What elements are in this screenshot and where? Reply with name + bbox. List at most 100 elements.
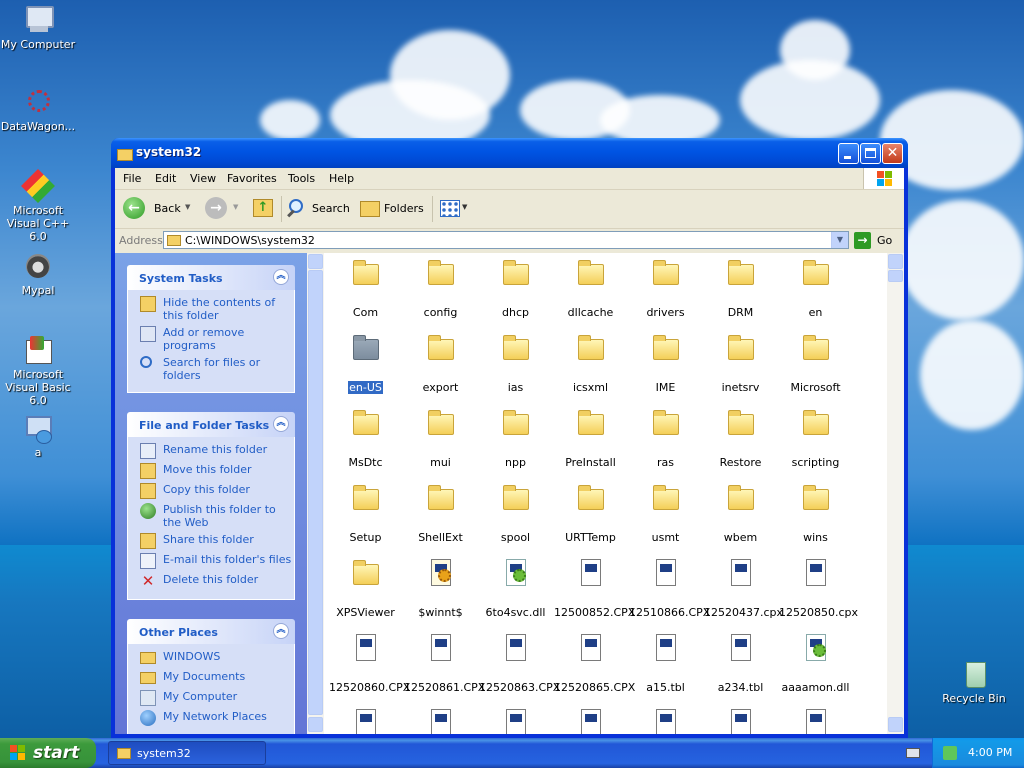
file-item[interactable]: 12520850.cpx <box>778 557 858 619</box>
task-pane-scrollbar[interactable] <box>307 253 324 734</box>
folder-item[interactable]: XPSViewer <box>328 557 403 619</box>
panel-header[interactable]: File and Folder Tasks ︽ <box>127 412 295 437</box>
collapse-icon[interactable]: ︽ <box>273 416 289 432</box>
place-windows[interactable]: WINDOWS <box>128 650 294 666</box>
file-item[interactable] <box>403 707 478 734</box>
scroll-thumb[interactable] <box>308 270 323 715</box>
menu-edit[interactable]: Edit <box>155 172 176 185</box>
scroll-down-button[interactable] <box>888 717 903 732</box>
start-button[interactable]: start <box>0 738 96 768</box>
scroll-up-button[interactable] <box>888 254 903 269</box>
folder-item[interactable]: ShellExt <box>403 482 478 544</box>
folder-item[interactable]: Restore <box>703 407 778 469</box>
panel-header[interactable]: System Tasks ︽ <box>127 265 295 290</box>
task-hide-contents[interactable]: Hide the contents of this folder <box>128 296 294 322</box>
folders-button[interactable]: Folders <box>357 194 427 224</box>
desktop-icon-datawagon[interactable]: DataWagon... <box>0 86 78 133</box>
folder-item[interactable]: drivers <box>628 257 703 319</box>
file-item[interactable]: 12500852.CPX <box>553 557 635 619</box>
folder-item[interactable]: icsxml <box>553 332 628 394</box>
desktop-icon-visual-cpp[interactable]: Microsoft Visual C++ 6.0 <box>0 169 78 243</box>
address-dropdown-button[interactable]: ▼ <box>831 232 848 248</box>
folder-item[interactable]: wins <box>778 482 853 544</box>
task-rename-folder[interactable]: Rename this folder <box>128 443 294 459</box>
file-item[interactable]: 12520860.CPX <box>328 632 410 694</box>
task-delete-folder[interactable]: ✕ Delete this folder <box>128 573 294 589</box>
folder-item[interactable]: scripting <box>778 407 853 469</box>
folder-item[interactable]: PreInstall <box>553 407 628 469</box>
folder-item[interactable]: npp <box>478 407 553 469</box>
file-item[interactable]: $winnt$ <box>403 557 478 619</box>
minimize-button[interactable] <box>838 143 859 164</box>
place-my-network[interactable]: My Network Places <box>128 710 294 726</box>
forward-button[interactable]: → ▼ <box>203 194 245 224</box>
file-item[interactable]: 12520437.cpx <box>703 557 783 619</box>
file-item[interactable]: 12520865.CPX <box>553 632 635 694</box>
folder-item[interactable]: en <box>778 257 853 319</box>
task-publish-web[interactable]: Publish this folder to the Web <box>128 503 294 529</box>
place-my-documents[interactable]: My Documents <box>128 670 294 686</box>
file-item[interactable]: 12520863.CPX <box>478 632 560 694</box>
menu-help[interactable]: Help <box>329 172 354 185</box>
file-item[interactable] <box>553 707 628 734</box>
scroll-thumb[interactable] <box>888 270 903 282</box>
folder-item[interactable]: Microsoft <box>778 332 853 394</box>
desktop-icon-visual-basic[interactable]: Microsoft Visual Basic 6.0 <box>0 334 78 407</box>
file-item[interactable]: 12510866.CPX <box>628 557 710 619</box>
views-button[interactable]: ▼ <box>437 194 471 224</box>
folder-item[interactable]: Setup <box>328 482 403 544</box>
task-copy-folder[interactable]: Copy this folder <box>128 483 294 499</box>
task-email-files[interactable]: E-mail this folder's files <box>128 553 294 569</box>
folder-item[interactable]: dllcache <box>553 257 628 319</box>
collapse-icon[interactable]: ︽ <box>273 623 289 639</box>
desktop-icon-mypal[interactable]: Mypal <box>0 250 78 297</box>
file-item[interactable]: a234.tbl <box>703 632 778 694</box>
place-my-computer[interactable]: My Computer <box>128 690 294 706</box>
go-button[interactable]: → Go <box>854 231 900 250</box>
folder-item[interactable]: usmt <box>628 482 703 544</box>
file-list-scrollbar[interactable] <box>887 253 904 734</box>
folder-item[interactable]: wbem <box>703 482 778 544</box>
folder-item[interactable]: spool <box>478 482 553 544</box>
task-add-remove-programs[interactable]: Add or remove programs <box>128 326 294 352</box>
desktop-icon-recycle-bin[interactable]: Recycle Bin <box>934 658 1014 705</box>
folder-item[interactable]: en-US <box>328 332 403 394</box>
file-item[interactable]: a15.tbl <box>628 632 703 694</box>
scroll-down-button[interactable] <box>308 717 323 732</box>
menu-view[interactable]: View <box>190 172 216 185</box>
collapse-icon[interactable]: ︽ <box>273 269 289 285</box>
maximize-button[interactable] <box>860 143 881 164</box>
file-item[interactable] <box>703 707 778 734</box>
folder-item[interactable]: DRM <box>703 257 778 319</box>
menu-tools[interactable]: Tools <box>288 172 315 185</box>
folder-item[interactable]: inetsrv <box>703 332 778 394</box>
folder-item[interactable]: config <box>403 257 478 319</box>
task-search-files[interactable]: Search for files or folders <box>128 356 294 382</box>
back-button[interactable]: ← Back ▼ <box>121 194 195 224</box>
menu-file[interactable]: File <box>123 172 141 185</box>
desktop-icon-my-computer[interactable]: My Computer <box>0 4 78 51</box>
folder-item[interactable]: mui <box>403 407 478 469</box>
desktop-icon-a[interactable]: a <box>0 412 78 459</box>
folder-item[interactable]: ias <box>478 332 553 394</box>
address-field[interactable]: C:\WINDOWS\system32 ▼ <box>163 231 849 249</box>
task-share-folder[interactable]: Share this folder <box>128 533 294 549</box>
clock[interactable]: 4:00 PM <box>968 746 1012 759</box>
file-item[interactable] <box>778 707 853 734</box>
file-item[interactable] <box>478 707 553 734</box>
file-item[interactable] <box>628 707 703 734</box>
folder-item[interactable]: IME <box>628 332 703 394</box>
close-button[interactable]: ✕ <box>882 143 903 164</box>
network-status-icon[interactable] <box>943 746 957 760</box>
folder-item[interactable]: dhcp <box>478 257 553 319</box>
keyboard-icon[interactable] <box>906 748 920 758</box>
task-move-folder[interactable]: Move this folder <box>128 463 294 479</box>
search-button[interactable]: Search <box>285 194 351 224</box>
folder-item[interactable]: MsDtc <box>328 407 403 469</box>
taskbar-window-system32[interactable]: system32 <box>108 741 266 765</box>
folder-item[interactable]: URTTemp <box>553 482 628 544</box>
scroll-up-button[interactable] <box>308 254 323 269</box>
file-item[interactable]: aaaamon.dll <box>778 632 853 694</box>
menu-favorites[interactable]: Favorites <box>227 172 277 185</box>
file-item[interactable]: 6to4svc.dll <box>478 557 553 619</box>
